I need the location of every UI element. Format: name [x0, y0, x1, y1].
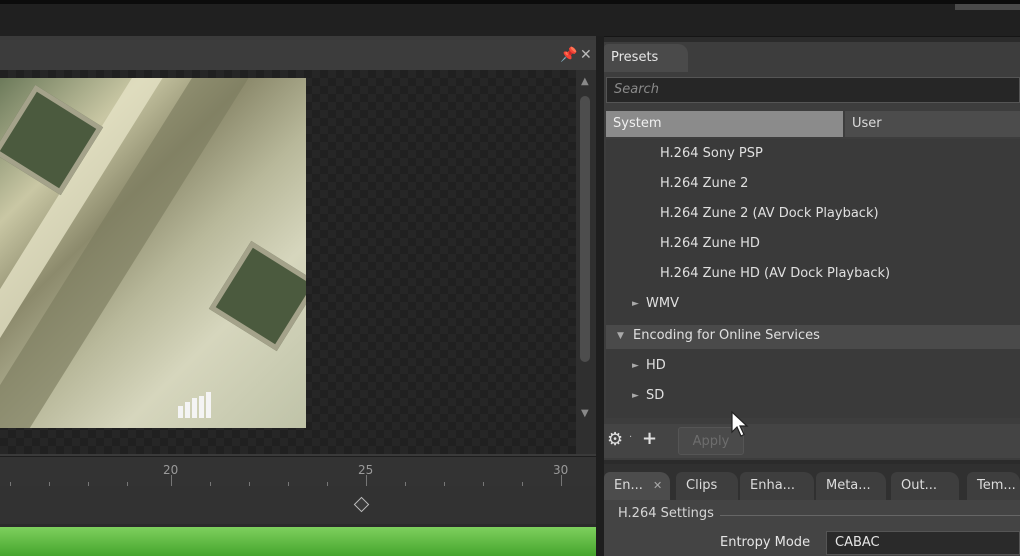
list-item[interactable]: H.264 Zune 2 [660, 176, 748, 191]
list-item[interactable]: H.264 Sony PSP [660, 146, 763, 161]
progress-bar [0, 527, 596, 556]
top-edge [0, 0, 1020, 4]
tab-metadata[interactable]: Meta... [816, 472, 886, 500]
group-divider [720, 515, 1020, 516]
list-item[interactable]: H.264 Zune 2 (AV Dock Playback) [660, 206, 879, 221]
close-icon[interactable]: ✕ [580, 47, 592, 63]
gear-icon[interactable]: ⚙ [607, 429, 623, 450]
signal-icon [178, 392, 218, 418]
section-label: Encoding for Online Services [633, 328, 820, 343]
top-bar [0, 0, 1020, 37]
tick-label: 30 [553, 463, 569, 477]
list-item-sd[interactable]: SD [646, 388, 664, 403]
tick-label: 25 [358, 463, 374, 477]
expand-icon[interactable]: ► [632, 391, 639, 401]
top-edge-highlight [955, 4, 1020, 10]
tab-clips[interactable]: Clips [676, 472, 738, 500]
search-input[interactable]: Search [606, 77, 1020, 103]
scrollbar-thumb[interactable] [580, 96, 590, 362]
expand-icon[interactable]: ► [632, 361, 639, 371]
cursor-icon [731, 410, 749, 437]
entropy-mode-select[interactable]: CABAC [826, 531, 1020, 555]
list-item[interactable]: H.264 Zune HD [660, 236, 760, 251]
tab-output[interactable]: Out... [891, 472, 959, 500]
tab-presets[interactable]: Presets [604, 44, 688, 72]
close-icon[interactable]: ✕ [653, 479, 662, 492]
timeline-track[interactable] [0, 486, 596, 524]
video-detail [208, 240, 306, 352]
scroll-up-icon[interactable]: ▲ [581, 76, 589, 87]
scroll-down-icon[interactable]: ▼ [581, 408, 589, 419]
list-item[interactable]: H.264 Zune HD (AV Dock Playback) [660, 266, 890, 281]
tab-encoding[interactable]: En... ✕ [604, 472, 670, 500]
segment-system[interactable]: System [606, 111, 843, 137]
video-frame [0, 78, 306, 428]
list-item-hd[interactable]: HD [646, 358, 666, 373]
pin-icon[interactable]: 📌 [560, 47, 577, 63]
entropy-mode-label: Entropy Mode [720, 535, 811, 550]
tab-enhancements[interactable]: Enha... [740, 472, 814, 500]
group-label: H.264 Settings [618, 506, 714, 521]
tab-templates[interactable]: Tem... [967, 472, 1020, 500]
dropdown-dot-icon[interactable]: · [629, 432, 632, 443]
timeline-ruler[interactable]: 20 25 30 [0, 456, 596, 487]
panel-splitter[interactable] [596, 36, 604, 556]
presets-toolbar [604, 424, 1020, 458]
segment-user[interactable]: User [845, 111, 1020, 137]
tick-label: 20 [163, 463, 179, 477]
preview-panel-header [0, 40, 596, 70]
tab-label: En... [614, 478, 643, 493]
list-item-wmv[interactable]: WMV [646, 296, 679, 311]
add-icon[interactable]: + [642, 428, 657, 449]
collapse-icon[interactable]: ▼ [617, 331, 624, 341]
expand-icon[interactable]: ► [632, 299, 639, 309]
